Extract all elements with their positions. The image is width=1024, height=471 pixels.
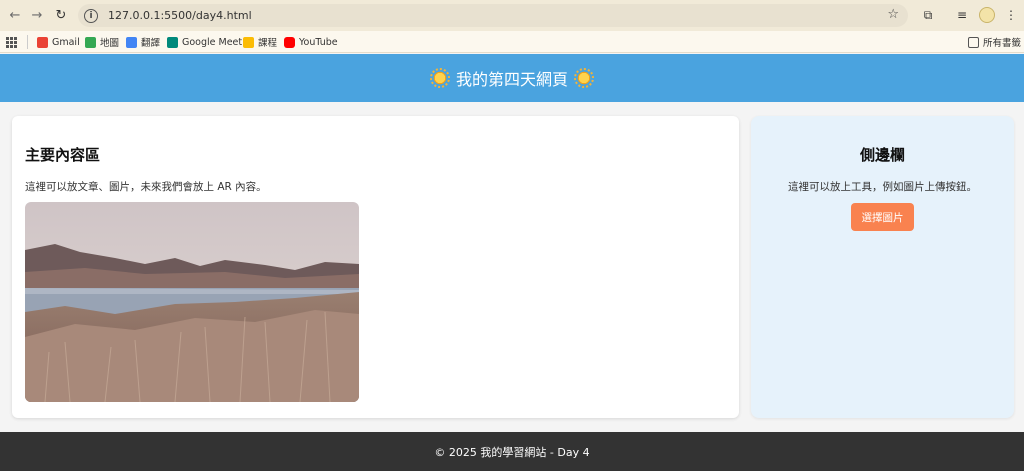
bookmark-label: Gmail <box>52 36 80 48</box>
menu-icon[interactable]: ⋮ <box>1001 5 1021 25</box>
meet-icon <box>167 36 178 48</box>
bookmark-star-icon[interactable]: ☆ <box>887 7 899 22</box>
youtube-icon <box>284 36 295 48</box>
all-bookmarks[interactable]: 所有書籤 <box>968 35 1021 49</box>
back-button[interactable]: ← <box>4 4 26 26</box>
sun-icon <box>574 68 594 88</box>
avatar-icon <box>979 7 995 23</box>
browser-toolbar: ← → ↻ i 127.0.0.1:5500/day4.html ☆ ⧉ ≡ ⋮ <box>0 0 1024 31</box>
site-footer: © 2025 我的學習網站 - Day 4 <box>0 432 1024 471</box>
classroom-icon <box>243 36 254 48</box>
bookmark-label: 地圖 <box>100 38 120 49</box>
main-title: 主要內容區 <box>25 146 101 164</box>
folder-icon <box>968 36 979 48</box>
bookmark-label: YouTube <box>299 36 338 48</box>
translate-icon <box>126 36 137 48</box>
bookmark-label: Google Meet <box>182 36 243 48</box>
page-title: 我的第四天網頁 <box>455 70 568 89</box>
reading-list-icon[interactable]: ≡ <box>952 5 972 25</box>
bookmark-translate[interactable]: 翻譯 <box>126 35 160 49</box>
gmail-icon <box>37 36 48 48</box>
bookmark-maps[interactable]: 地圖 <box>85 35 119 49</box>
sun-icon <box>429 68 450 88</box>
site-info-icon[interactable]: i <box>84 8 98 23</box>
main-content: 主要內容區 這裡可以放文章、圖片，未來我們會放上 AR 內容。 <box>12 116 739 418</box>
footer-text: © 2025 我的學習網站 - Day 4 <box>434 445 590 459</box>
main-text: 這裡可以放文章、圖片，未來我們會放上 AR 內容。 <box>25 181 267 193</box>
bookmark-gmail[interactable]: Gmail <box>37 35 80 49</box>
reload-button[interactable]: ↻ <box>50 4 72 26</box>
maps-icon <box>85 36 96 48</box>
bookmark-classroom[interactable]: 課程 <box>243 35 277 49</box>
sidebar: 側邊欄 這裡可以放上工具，例如圖片上傳按鈕。 選擇圖片 <box>751 116 1014 418</box>
extensions-icon[interactable]: ⧉ <box>918 5 938 25</box>
site-header: 我的第四天網頁 <box>0 54 1024 102</box>
bookmark-youtube[interactable]: YouTube <box>284 35 338 49</box>
profile-avatar[interactable] <box>977 5 997 25</box>
bookmark-label: 課程 <box>258 38 278 49</box>
all-bookmarks-label: 所有書籤 <box>983 38 1022 49</box>
address-bar[interactable]: i 127.0.0.1:5500/day4.html ☆ <box>78 4 908 27</box>
forward-button[interactable]: → <box>26 4 48 26</box>
bookmark-label: 翻譯 <box>141 38 161 49</box>
landscape-image <box>25 202 359 402</box>
sidebar-title: 側邊欄 <box>859 146 905 164</box>
bookmarks-divider <box>27 35 28 49</box>
apps-icon[interactable] <box>6 35 17 49</box>
bookmarks-bar: Gmail 地圖 翻譯 Google Meet 課程 YouTube 所有書籤 <box>0 31 1024 53</box>
sidebar-text: 這裡可以放上工具，例如圖片上傳按鈕。 <box>788 181 977 193</box>
bookmark-meet[interactable]: Google Meet <box>167 35 242 49</box>
choose-image-button[interactable]: 選擇圖片 <box>851 203 914 231</box>
url-text: 127.0.0.1:5500/day4.html <box>108 9 252 22</box>
